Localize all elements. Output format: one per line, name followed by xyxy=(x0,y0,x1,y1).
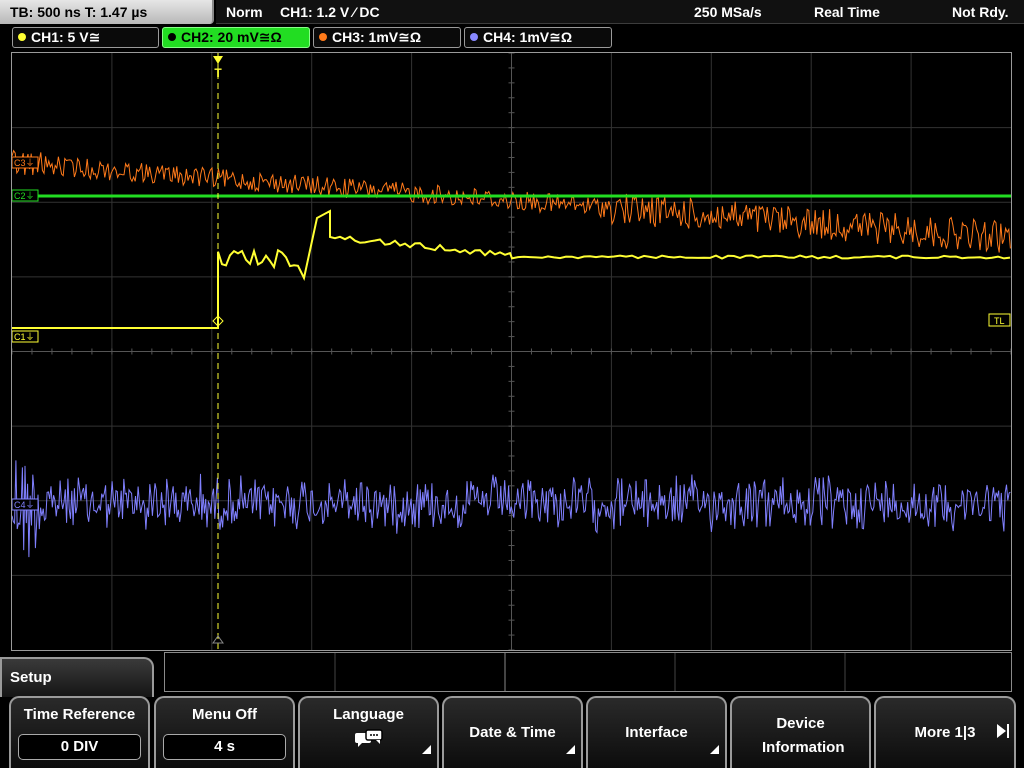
trigger-position-label: T xyxy=(214,66,222,80)
channel-3-dot-icon xyxy=(319,33,327,41)
channel-1-dot-icon xyxy=(18,33,26,41)
timebase-label: TB: 500 ns T: 1.47 µs xyxy=(10,4,148,20)
trigger-mode[interactable]: Norm xyxy=(226,0,263,24)
channel-2-dot-icon xyxy=(168,33,176,41)
trigger-level-label: TL xyxy=(994,316,1005,326)
acquisition-status: Norm CH1: 1.2 V ⁄ DC 250 MSa/s Real Time… xyxy=(216,0,1024,24)
menu-title: Setup xyxy=(0,657,154,697)
ch3-ground-marker-label: C3⏚ xyxy=(14,158,35,168)
submenu-corner-icon xyxy=(566,745,575,754)
run-state: Not Rdy. xyxy=(952,4,1009,20)
submenu-corner-icon xyxy=(422,745,431,754)
more-label: More 1|3 xyxy=(914,724,976,741)
waveform-canvas: T C3⏚ C2⏚ C1⏚ C4⏚ TL xyxy=(12,53,1011,650)
ch2-ground-marker-label: C2⏚ xyxy=(14,191,35,201)
time-reference-softkey[interactable]: Time Reference 0 DIV xyxy=(9,696,150,768)
channel-2-label: CH2: 20 mV≅Ω xyxy=(181,29,282,45)
channel-2-button[interactable]: CH2: 20 mV≅Ω xyxy=(162,27,310,48)
menu-off-softkey[interactable]: Menu Off 4 s xyxy=(154,696,295,768)
trigger-position-marker-icon xyxy=(213,56,223,64)
sample-rate: 250 MSa/s xyxy=(694,4,762,20)
waveform-display[interactable]: T C3⏚ C2⏚ C1⏚ C4⏚ TL xyxy=(11,52,1012,651)
zoom-overview xyxy=(164,652,1012,692)
device-information-label: Device Information xyxy=(762,715,845,756)
date-time-softkey[interactable]: Date & Time xyxy=(442,696,583,768)
next-page-bar-icon xyxy=(1007,724,1009,738)
ch1-ground-marker-label: C1⏚ xyxy=(14,332,35,342)
device-information-softkey[interactable]: Device Information xyxy=(730,696,871,768)
menu-title-label: Setup xyxy=(10,669,52,686)
timebase-box[interactable]: TB: 500 ns T: 1.47 µs xyxy=(0,0,214,24)
menu-off-label: Menu Off xyxy=(192,706,257,723)
channel-4-label: CH4: 1mV≅Ω xyxy=(483,29,573,45)
date-time-label: Date & Time xyxy=(469,724,556,741)
next-page-arrow-icon xyxy=(997,724,1006,738)
channel-1-button[interactable]: CH1: 5 V≅ xyxy=(12,27,159,48)
interface-label: Interface xyxy=(625,724,688,741)
interface-softkey[interactable]: Interface xyxy=(586,696,727,768)
acquisition-mode[interactable]: Real Time xyxy=(814,0,880,24)
channel-1-label: CH1: 5 V≅ xyxy=(31,29,101,45)
ch4-ground-marker-label: C4⏚ xyxy=(14,500,35,510)
channel-bar: CH1: 5 V≅ CH2: 20 mV≅Ω CH3: 1mV≅Ω CH4: 1… xyxy=(0,25,1024,50)
status-bar: TB: 500 ns T: 1.47 µs Norm CH1: 1.2 V ⁄ … xyxy=(0,0,1024,24)
menu-off-value: 4 s xyxy=(163,734,286,760)
language-softkey[interactable]: Language xyxy=(298,696,439,768)
channel-3-label: CH3: 1mV≅Ω xyxy=(332,29,422,45)
more-softkey[interactable]: More 1|3 xyxy=(874,696,1016,768)
speech-bubbles-icon xyxy=(354,729,383,747)
channel-4-dot-icon xyxy=(470,33,478,41)
channel-4-button[interactable]: CH4: 1mV≅Ω xyxy=(464,27,612,48)
time-reference-label: Time Reference xyxy=(23,706,136,723)
time-reference-value: 0 DIV xyxy=(18,734,141,760)
trigger-source[interactable]: CH1: 1.2 V ⁄ DC xyxy=(280,0,380,24)
submenu-corner-icon xyxy=(710,745,719,754)
channel-3-button[interactable]: CH3: 1mV≅Ω xyxy=(313,27,461,48)
language-label: Language xyxy=(333,706,404,723)
zoom-grid xyxy=(334,653,846,691)
